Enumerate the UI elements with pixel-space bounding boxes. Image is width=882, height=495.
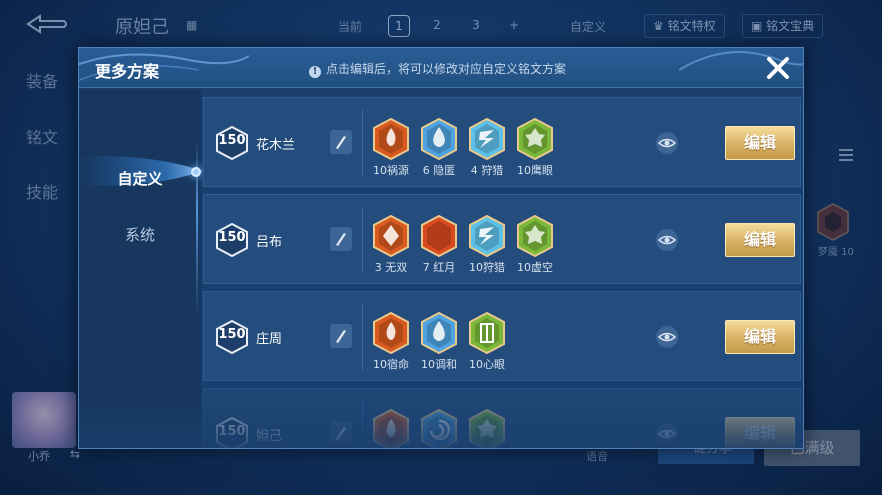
scheme-name: 花木兰: [256, 138, 296, 153]
leaf-rune-icon[interactable]: [516, 215, 554, 257]
avatar[interactable]: [12, 392, 76, 448]
preview-eye-icon[interactable]: [656, 132, 678, 154]
water-drop-rune-icon[interactable]: [420, 312, 458, 354]
scheme-level: 150: [218, 230, 246, 245]
flame-rune-icon[interactable]: [372, 409, 410, 449]
custom-label[interactable]: 自定义: [570, 18, 606, 35]
scheme-level: 150: [218, 133, 246, 148]
row-divider: [362, 110, 363, 176]
scheme-level: 150: [218, 327, 246, 342]
lightning-rune-icon[interactable]: [468, 215, 506, 257]
rename-pencil-icon[interactable]: [330, 324, 352, 348]
preview-eye-icon[interactable]: [656, 423, 678, 445]
rune-badge-label: 梦魇 10: [818, 247, 854, 258]
slot-2[interactable]: 2: [426, 15, 448, 37]
preview-eye-icon[interactable]: [656, 326, 678, 348]
diamond-rune-icon[interactable]: [372, 215, 410, 257]
rune-label: 10心眼: [469, 358, 505, 371]
scheme-row[interactable]: 150 吕布 3 无双 7 红月 10狩猎 10虚空 编辑: [203, 194, 801, 284]
current-label: 当前: [338, 20, 363, 34]
tab-system[interactable]: 系统: [79, 220, 201, 250]
lightning-rune-icon[interactable]: [468, 118, 506, 160]
water-drop-rune-icon[interactable]: [420, 118, 458, 160]
leaf-rune-icon[interactable]: [516, 118, 554, 160]
leaf-rune-icon[interactable]: [468, 409, 506, 449]
voice-label: 语音: [586, 450, 608, 463]
side-tab-skill[interactable]: 技能: [26, 179, 58, 203]
menu-icon[interactable]: [838, 147, 854, 163]
rune-privilege-label: 铭文特权: [667, 19, 716, 33]
rune-label: 10祸源: [373, 164, 409, 177]
active-tab-dot: [191, 167, 201, 177]
rune-label: 3 无双: [374, 261, 408, 274]
info-icon: !: [309, 66, 321, 78]
rune-label: 6 隐匿: [422, 164, 456, 177]
hero-name: 原妲己: [115, 17, 169, 38]
rune-label: 4 狩猎: [470, 164, 504, 177]
edit-button[interactable]: 编辑: [725, 126, 795, 160]
rename-pencil-icon[interactable]: [330, 130, 352, 154]
rune-label: 10虚空: [517, 261, 553, 274]
scheme-name: 吕布: [256, 235, 283, 250]
scheme-name: 庄周: [256, 332, 283, 347]
grid-icon[interactable]: ▦: [186, 18, 197, 32]
edit-button[interactable]: 编辑: [725, 223, 795, 257]
more-schemes-dialog: 更多方案 ! 点击编辑后，将可以修改对应自定义铭文方案 自定义 系统 150 花木兰…: [78, 47, 804, 449]
gate-rune-icon[interactable]: [468, 312, 506, 354]
scheme-level: 150: [218, 424, 246, 439]
rune-privilege-button[interactable]: ♛ 铭文特权: [644, 14, 725, 38]
rune-label: 10狩猎: [469, 261, 505, 274]
crescent-rune-icon[interactable]: [420, 215, 458, 257]
scheme-row[interactable]: 150 花木兰 10祸源 6 隐匿 4 狩猎 10鹰眼 编辑: [203, 97, 801, 187]
flame-rune-icon[interactable]: [372, 118, 410, 160]
edit-button[interactable]: 编辑: [725, 320, 795, 354]
row-divider: [362, 207, 363, 273]
swap-icon[interactable]: ⇆: [70, 447, 80, 461]
close-button[interactable]: [761, 51, 795, 85]
flame-rune-icon[interactable]: [372, 312, 410, 354]
swirl-rune-icon[interactable]: [420, 409, 458, 449]
top-bar: 原妲己 ▦ 当前 1 2 3 + 自定义 ♛ 铭文特权 ▣ 铭文宝典: [0, 0, 882, 46]
dialog-title: 更多方案: [95, 62, 160, 81]
side-tab-equip[interactable]: 装备: [26, 68, 58, 92]
privilege-icon: ♛: [653, 19, 668, 33]
scheme-name: 妲己: [256, 429, 283, 444]
rune-label: 7 红月: [422, 261, 456, 274]
tab-divider: [196, 138, 198, 318]
side-tab-rune[interactable]: 铭文: [26, 124, 58, 148]
rune-label: 10鹰眼: [517, 164, 553, 177]
dream-rune-icon: [817, 203, 849, 241]
scheme-list[interactable]: 150 花木兰 10祸源 6 隐匿 4 狩猎 10鹰眼 编辑 150 吕布 3 无双 7 红月 10狩…: [203, 97, 801, 449]
slot-3[interactable]: 3: [465, 15, 487, 37]
slot-add[interactable]: +: [503, 15, 525, 37]
rename-pencil-icon[interactable]: [330, 421, 352, 445]
rune-treasure-button[interactable]: ▣ 铭文宝典: [742, 14, 824, 38]
rune-label: 10调和: [421, 358, 457, 371]
preview-eye-icon[interactable]: [656, 229, 678, 251]
avatar-name: 小乔: [28, 450, 50, 463]
scheme-type-tabs: 自定义 系统: [79, 89, 203, 448]
back-arrow-icon[interactable]: [22, 12, 70, 36]
row-divider: [362, 304, 363, 370]
slot-1[interactable]: 1: [388, 15, 410, 37]
rune-treasure-label: 铭文宝典: [766, 19, 815, 33]
rune-label: 10宿命: [373, 358, 409, 371]
scheme-row[interactable]: 150 庄周 10宿命 10调和 10心眼 编辑: [203, 291, 801, 381]
edit-hint-text: 点击编辑后，将可以修改对应自定义铭文方案: [326, 62, 567, 76]
tab-custom[interactable]: 自定义: [79, 164, 201, 194]
rename-pencil-icon[interactable]: [330, 227, 352, 251]
book-icon: ▣: [751, 19, 767, 33]
edit-button[interactable]: 编辑: [725, 417, 795, 448]
row-divider: [362, 401, 363, 448]
dialog-header: 更多方案 ! 点击编辑后，将可以修改对应自定义铭文方案: [79, 48, 803, 88]
edit-hint: ! 点击编辑后，将可以修改对应自定义铭文方案: [309, 60, 566, 78]
scheme-row[interactable]: 150 妲己 编辑: [203, 388, 801, 449]
